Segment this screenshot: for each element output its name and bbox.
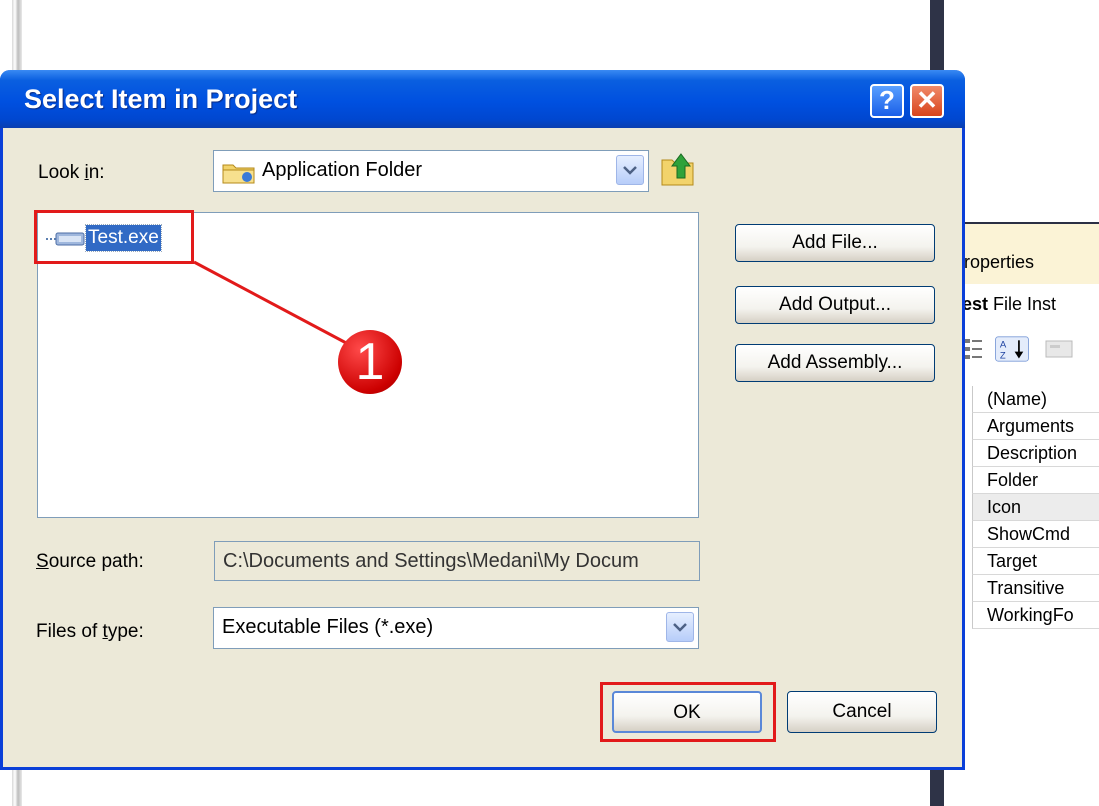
step-number-badge: 1 bbox=[338, 330, 402, 394]
annotation-line bbox=[193, 260, 351, 347]
